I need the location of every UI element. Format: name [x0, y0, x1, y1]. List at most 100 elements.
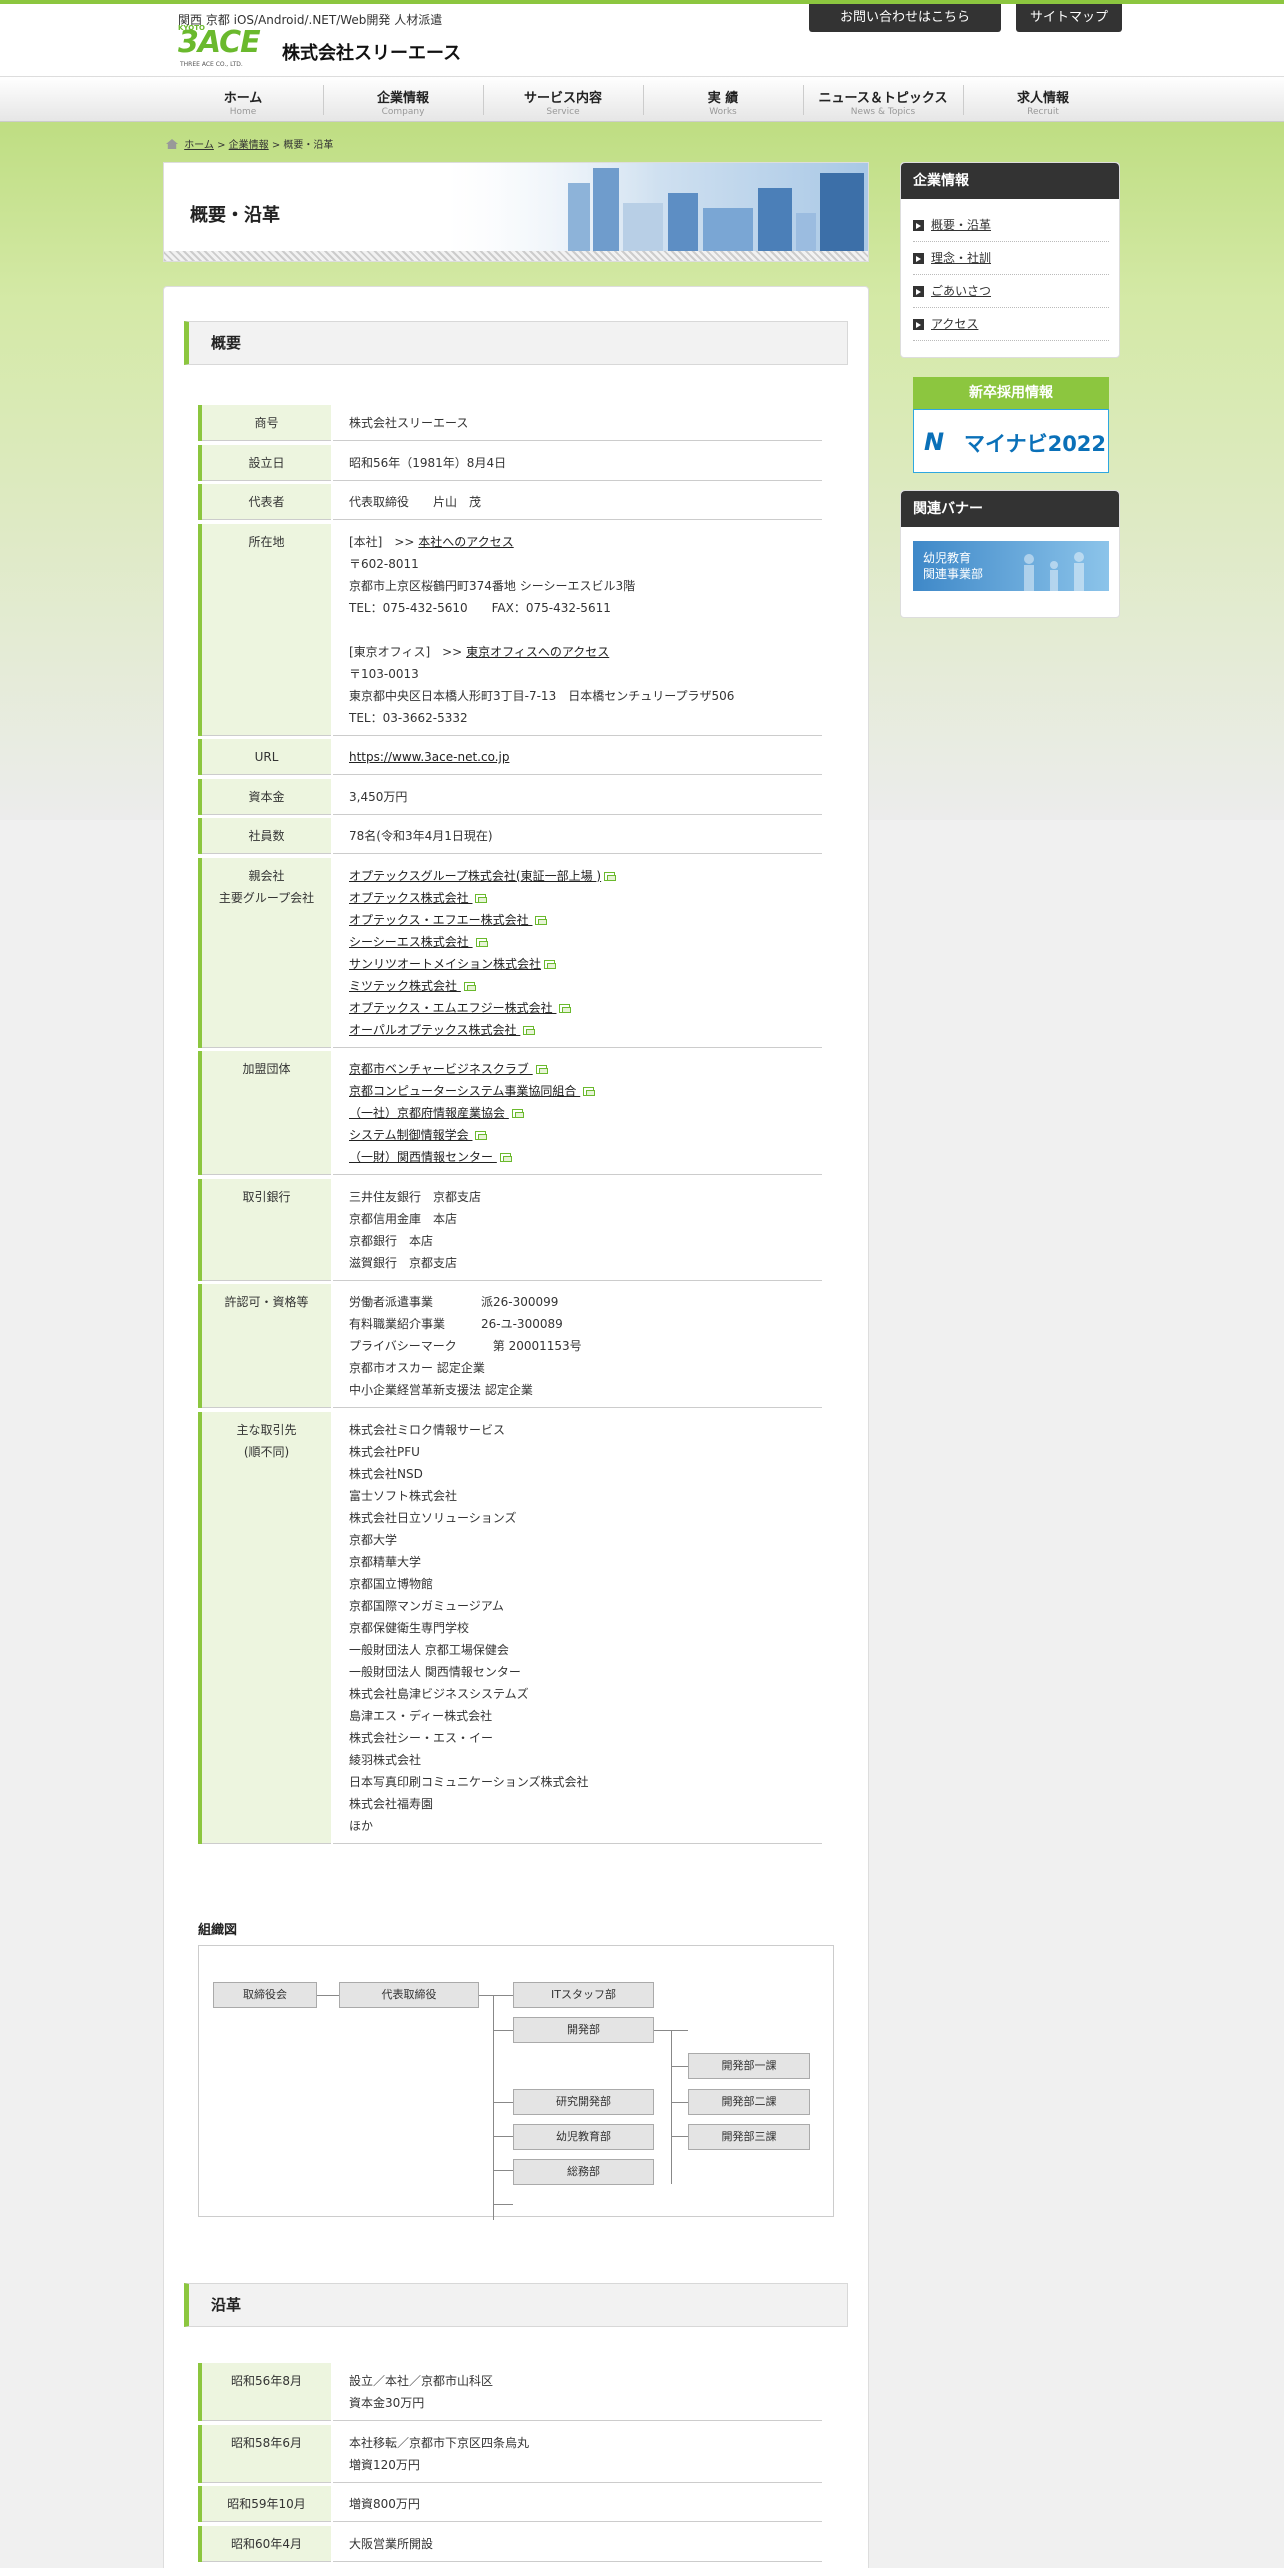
group-company-link[interactable]: オーパルオプテックス株式会社: [349, 1023, 520, 1037]
address-line: 〒103-0013: [349, 666, 419, 681]
company-logo[interactable]: KYOTO 3ACE THREE ACE CO., LTD.: [178, 24, 272, 70]
tokyo-access-link[interactable]: 東京オフィスへのアクセス: [466, 645, 609, 659]
arrow-icon: [913, 319, 924, 330]
client-line: ほか: [349, 1818, 374, 1833]
overview-table: 商号 株式会社スリーエース 設立日 昭和56年（1981年）8月4日 代表者 代表取締…: [198, 405, 822, 1844]
global-nav: ホーム Home 企業情報 Company サービス内容 Service 実 績 Wor…: [0, 76, 1284, 122]
row-label: 加盟団体: [198, 1051, 333, 1175]
nav-company[interactable]: 企業情報 Company: [323, 77, 483, 123]
org-connector: [493, 2204, 513, 2205]
row-label: URL: [198, 739, 333, 775]
org-connector: [493, 2030, 513, 2031]
group-company-link[interactable]: オプテックス株式会社: [349, 891, 472, 905]
table-row: 親会社 主要グループ会社 オプテックスグループ株式会社(東証一部上場 ) オプテ…: [198, 857, 822, 1048]
association-link[interactable]: 京都コンピューターシステム事業協同組合: [349, 1084, 580, 1098]
breadcrumb-company[interactable]: 企業情報: [229, 140, 269, 151]
family-silhouette-icon: [1024, 552, 1084, 591]
row-label: 取引銀行: [198, 1178, 333, 1281]
association-link[interactable]: システム制御情報学会: [349, 1128, 472, 1142]
sitemap-button[interactable]: サイトマップ: [1016, 4, 1122, 32]
row-value: 3,450万円: [332, 778, 822, 815]
arrow-icon: [913, 286, 924, 297]
row-label: 所在地: [198, 523, 333, 736]
client-line: 日本写真印刷コミュニケーションズ株式会社: [349, 1774, 589, 1789]
group-company-link[interactable]: ミツテック株式会社: [349, 979, 461, 993]
nav-service[interactable]: サービス内容 Service: [483, 77, 643, 123]
history-heading: 沿革: [184, 2283, 848, 2327]
logo-kyoto: KYOTO: [178, 24, 205, 32]
license-line: 京都市オスカー 認定企業: [349, 1361, 485, 1375]
table-row: 所在地 [本社] >> 本社へのアクセス 〒602-8011 京都市上京区桜鶴円…: [198, 523, 822, 736]
nav-home[interactable]: ホーム Home: [163, 77, 323, 123]
external-link-icon: [475, 937, 488, 947]
bank-line: 三井住友銀行 京都支店: [349, 1189, 482, 1204]
clients-cell: 株式会社ミロク情報サービス 株式会社PFU 株式会社NSD 富士ソフト株式会社 …: [332, 1411, 822, 1844]
group-company-link[interactable]: シーシーエス株式会社: [349, 935, 473, 949]
org-board-box: 取締役会: [213, 1982, 317, 2008]
client-line: 綾羽株式会社: [349, 1752, 422, 1767]
client-line: 株式会社NSD: [349, 1466, 423, 1481]
row-value: 78名(令和3年4月1日現在): [332, 818, 822, 854]
association-link[interactable]: （一財）関西情報センター: [349, 1150, 497, 1164]
breadcrumb-home[interactable]: ホーム: [184, 140, 214, 151]
group-company-link[interactable]: オプテックスグループ株式会社(東証一部上場 ): [349, 869, 601, 883]
external-link-icon: [544, 959, 557, 969]
row-label: 社員数: [198, 818, 333, 854]
mynavi-banner[interactable]: N マイナビ2022: [913, 409, 1109, 473]
recruit-banner[interactable]: 新卒採用情報 N マイナビ2022: [913, 377, 1109, 473]
logo-sub: THREE ACE CO., LTD.: [180, 61, 243, 68]
row-label: 昭和59年10月: [198, 2486, 333, 2522]
bank-line: 京都銀行 本店: [349, 1233, 434, 1248]
table-row: 許認可・資格等 労働者派遣事業 派26-300099 有料職業紹介事業 26-ユ…: [198, 1284, 822, 1408]
row-label: 主な取引先 (順不同): [198, 1411, 333, 1844]
nav-sublabel: Recruit: [1027, 107, 1059, 117]
sidebar-item-philosophy[interactable]: 理念・社訓: [913, 242, 1109, 275]
kids-education-banner[interactable]: 幼児教育 関連事業部: [913, 541, 1109, 591]
overview-heading: 概要: [184, 321, 848, 365]
association-link[interactable]: 京都市ベンチャービジネスクラブ: [349, 1062, 533, 1076]
org-connector: [493, 2136, 513, 2137]
sidebar-item-greeting[interactable]: ごあいさつ: [913, 275, 1109, 308]
org-chart: 取締役会 代表取締役 ITスタッフ部 開発部 開発部一課 開発部二課 開発部三課…: [198, 1945, 834, 2220]
nav-recruit[interactable]: 求人情報 Recruit: [963, 77, 1123, 123]
history-line: 大阪営業所開設: [332, 2525, 822, 2562]
sidebar-item-access[interactable]: アクセス: [913, 308, 1109, 341]
group-company-link[interactable]: オプテックス・エフエー株式会社: [349, 913, 532, 927]
nav-news[interactable]: ニュース＆トピックス News & Topics: [803, 77, 963, 123]
nav-label: 実 績: [707, 91, 739, 106]
bank-line: 滋賀銀行 京都支店: [349, 1255, 458, 1270]
client-line: 株式会社ミロク情報サービス: [349, 1422, 506, 1437]
table-row: 取引銀行 三井住友銀行 京都支店 京都信用金庫 本店 京都銀行 本店 滋賀銀行 …: [198, 1178, 822, 1281]
nav-sublabel: Company: [381, 107, 425, 117]
address-line: TEL：075-432-5610 FAX：075-432-5611: [349, 600, 611, 615]
breadcrumb-separator: >: [217, 140, 226, 151]
client-line: 京都精華大学: [349, 1554, 422, 1569]
group-company-link[interactable]: サンリツオートメイション株式会社: [349, 957, 541, 971]
nav-sublabel: Service: [546, 107, 580, 117]
external-link-icon: [511, 1109, 524, 1118]
address-line: TEL：03-3662-5332: [349, 710, 468, 725]
nav-label: サービス内容: [523, 91, 602, 106]
hq-access-link[interactable]: 本社へのアクセス: [418, 535, 513, 549]
table-row: 設立日 昭和56年（1981年）8月4日: [198, 444, 822, 481]
sidebar-item-overview[interactable]: 概要・沿革: [913, 209, 1109, 242]
org-dev3-box: 開発部三課: [688, 2124, 810, 2150]
org-connector: [479, 1995, 513, 1996]
association-link[interactable]: （一社）京都府情報産業協会: [349, 1106, 509, 1120]
url-link[interactable]: https://www.3ace-net.co.jp: [349, 750, 509, 764]
history-line: 本社移転／京都市下京区四条烏丸: [349, 2435, 530, 2450]
sidebar-banner-box: 関連バナー 幼児教育 関連事業部: [900, 490, 1120, 618]
address-line: 〒602-8011: [349, 556, 419, 571]
group-company-link[interactable]: オプテックス・エムエフジー株式会社: [349, 1001, 556, 1015]
table-row: 昭和58年6月 本社移転／京都市下京区四条烏丸 増資120万円: [198, 2424, 822, 2483]
client-line: 株式会社シー・エス・イー: [349, 1730, 494, 1745]
external-link-icon: [583, 1087, 596, 1096]
recruit-label: 新卒採用情報: [913, 377, 1109, 409]
org-connector: [671, 2066, 689, 2067]
contact-button[interactable]: お問い合わせはこちら: [809, 4, 1001, 32]
client-line: 株式会社PFU: [349, 1444, 420, 1459]
org-kids-box: 幼児教育部: [513, 2124, 654, 2150]
nav-works[interactable]: 実 績 Works: [643, 77, 803, 123]
client-line: 京都国立博物館: [349, 1576, 434, 1591]
history-line: 資本金30万円: [349, 2396, 425, 2410]
